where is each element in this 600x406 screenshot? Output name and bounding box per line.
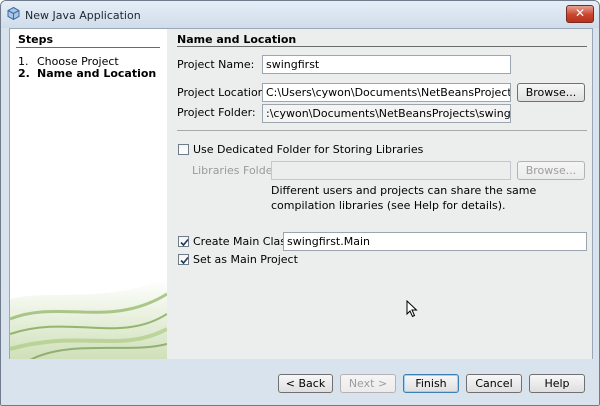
libraries-note: Different users and projects can share t…	[271, 184, 537, 212]
dialog-window: New Java Application ✕ Steps 1. Choose Pr…	[0, 0, 600, 406]
libraries-folder-browse-button[interactable]: Browse...	[517, 161, 585, 180]
close-button[interactable]: ✕	[566, 5, 594, 23]
section-divider	[177, 46, 587, 47]
cancel-button[interactable]: Cancel	[466, 374, 522, 393]
project-location-browse-button[interactable]: Browse...	[517, 83, 585, 102]
window-title: New Java Application	[25, 9, 141, 22]
project-name-label: Project Name:	[177, 58, 255, 71]
project-location-label: Project Location:	[177, 86, 269, 99]
back-button[interactable]: < Back	[278, 374, 333, 393]
project-location-input[interactable]: C:\Users\cywon\Documents\NetBeansProject…	[262, 83, 511, 102]
libraries-folder-label: Libraries Folder:	[192, 164, 281, 177]
project-name-input[interactable]: swingfirst	[262, 55, 511, 74]
libraries-folder-input[interactable]	[271, 161, 511, 180]
steps-panel: Steps 1. Choose Project 2. Name and Locati…	[10, 29, 167, 360]
help-button[interactable]: Help	[529, 374, 585, 393]
project-folder-label: Project Folder:	[177, 106, 256, 119]
close-icon: ✕	[574, 6, 586, 20]
section-heading: Name and Location	[177, 33, 297, 46]
wizard-content: Steps 1. Choose Project 2. Name and Locati…	[9, 28, 593, 361]
set-main-project-checkbox[interactable]	[178, 254, 189, 265]
project-folder-field[interactable]: :\cywon\Documents\NetBeansProjects\swing…	[262, 104, 511, 123]
check-icon	[180, 238, 189, 247]
set-main-project-label[interactable]: Set as Main Project	[193, 253, 298, 266]
main-class-input[interactable]: swingfirst.Main	[283, 232, 587, 251]
step-name-and-location: 2. Name and Location	[18, 67, 156, 80]
title-bar[interactable]: New Java Application ✕	[1, 1, 599, 28]
steps-heading: Steps	[18, 33, 54, 46]
app-icon	[7, 7, 20, 20]
separator	[177, 130, 587, 131]
name-location-panel: Name and Location Project Name: swingfir…	[167, 29, 592, 360]
button-bar: < Back Next > Finish Cancel Help	[1, 359, 599, 405]
dedicated-folder-checkbox[interactable]	[178, 144, 189, 155]
create-main-class-label[interactable]: Create Main Class	[193, 235, 292, 248]
step-number: 2.	[18, 67, 30, 80]
next-button[interactable]: Next >	[340, 374, 396, 393]
create-main-class-checkbox[interactable]	[178, 236, 189, 247]
finish-button[interactable]: Finish	[403, 374, 459, 393]
step-label: Name and Location	[37, 67, 157, 80]
dedicated-folder-label[interactable]: Use Dedicated Folder for Storing Librari…	[193, 143, 423, 156]
decorative-swoosh	[10, 279, 167, 360]
steps-divider	[16, 47, 160, 48]
check-icon	[180, 256, 189, 265]
mouse-pointer-icon	[406, 300, 418, 318]
